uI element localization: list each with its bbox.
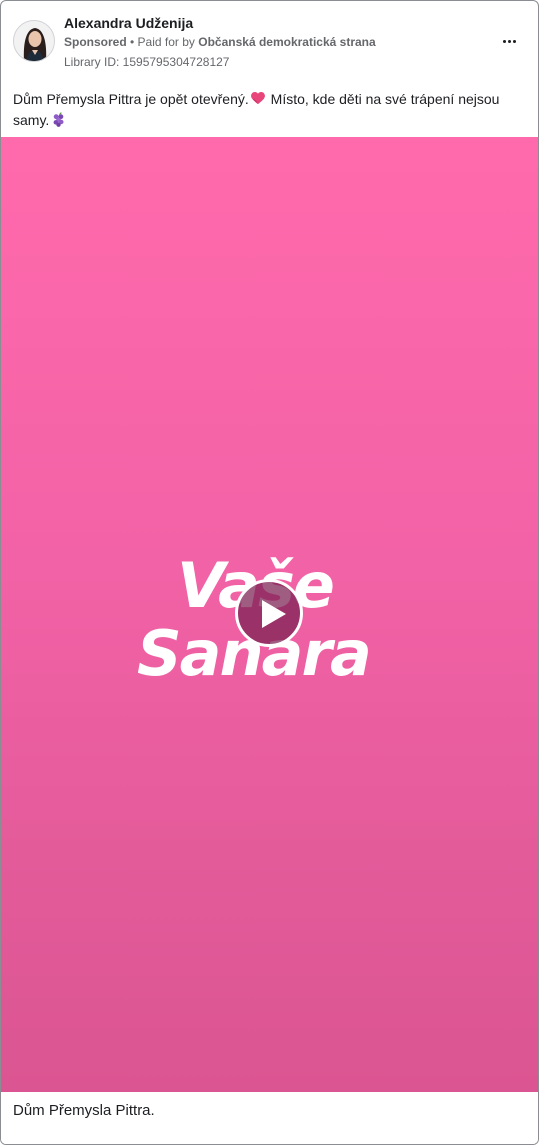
body-text-part1: Dům Přemysla Pittra je opět otevřený. — [13, 91, 249, 107]
avatar-photo-icon — [14, 21, 54, 61]
author-name[interactable]: Alexandra Udženija — [64, 15, 193, 31]
heart-emoji-icon — [250, 92, 265, 105]
payer-name[interactable]: Občanská demokratická strana — [198, 35, 375, 49]
post-body-text: Dům Přemysla Pittra je opět otevřený. Mí… — [13, 89, 523, 131]
sponsored-line: Sponsored • Paid for by Občanská demokra… — [64, 35, 376, 49]
video-player[interactable]: Vaše Sanara — [1, 137, 538, 1092]
more-options-button[interactable] — [494, 29, 524, 53]
author-avatar[interactable] — [13, 20, 55, 62]
play-icon — [262, 600, 286, 628]
library-id: Library ID: 1595795304728127 — [64, 55, 230, 69]
grapes-emoji-icon — [53, 112, 64, 127]
more-horizontal-icon — [512, 39, 516, 43]
more-horizontal-icon — [507, 39, 511, 43]
play-button[interactable] — [235, 579, 303, 647]
post-footer: Dům Přemysla Pittra. — [1, 1092, 538, 1144]
sponsored-label: Sponsored — [64, 35, 127, 49]
paid-for-prefix: Paid for by — [137, 35, 199, 49]
meta-bullet: • — [126, 35, 138, 49]
post-header: Alexandra Udženija Sponsored • Paid for … — [1, 1, 538, 81]
more-horizontal-icon — [502, 39, 506, 43]
link-caption[interactable]: Dům Přemysla Pittra. — [13, 1102, 155, 1119]
ad-card: Alexandra Udženija Sponsored • Paid for … — [0, 0, 539, 1145]
